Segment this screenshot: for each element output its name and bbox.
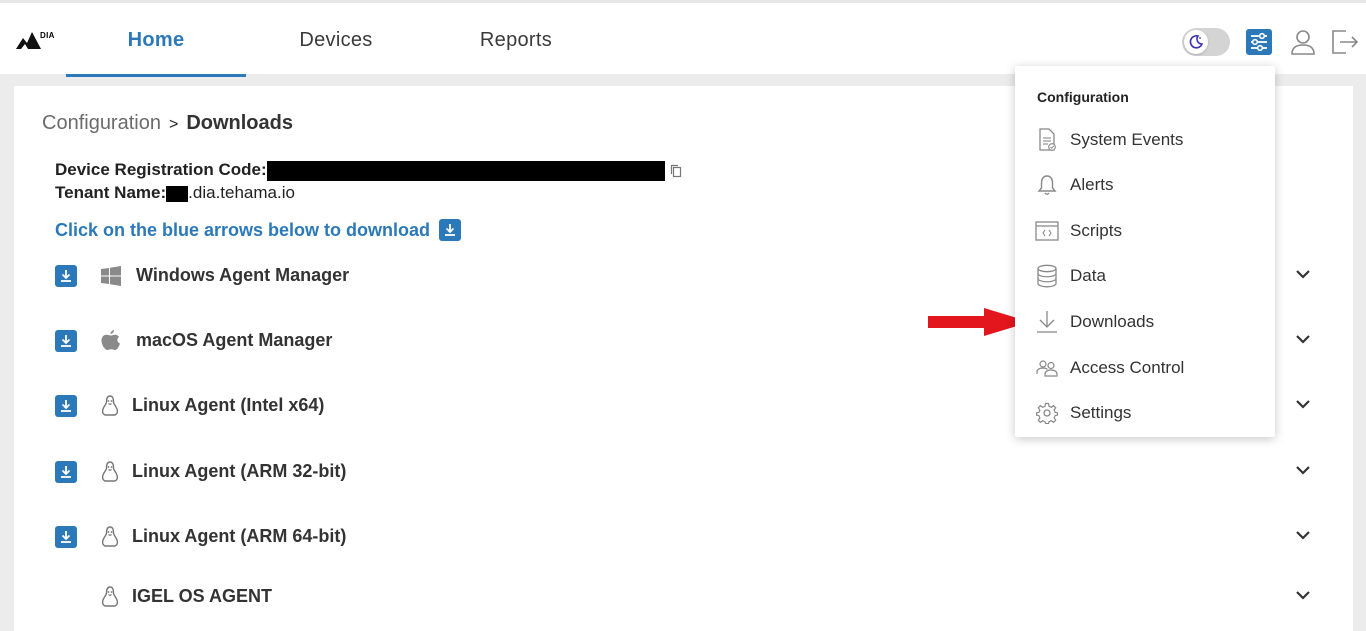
expand-linux-x64-button[interactable] bbox=[1295, 397, 1311, 415]
expand-windows-button[interactable] bbox=[1295, 267, 1311, 285]
user-profile-button[interactable] bbox=[1288, 27, 1318, 57]
download-hint: Click on the blue arrows below to downlo… bbox=[55, 219, 462, 241]
dia-logo[interactable]: DIA bbox=[16, 29, 56, 53]
chevron-down-icon bbox=[1296, 466, 1310, 475]
tenant-name-label: Tenant Name: bbox=[55, 183, 167, 202]
agent-name: macOS Agent Manager bbox=[136, 330, 333, 350]
linux-icon bbox=[98, 525, 122, 549]
redacted-tenant-prefix bbox=[166, 185, 189, 202]
menu-item-label: System Events bbox=[1070, 130, 1184, 149]
agent-name: Windows Agent Manager bbox=[136, 265, 350, 285]
download-hint-text: Click on the blue arrows below to downlo… bbox=[55, 219, 431, 240]
breadcrumb-configuration[interactable]: Configuration bbox=[42, 112, 161, 134]
users-icon bbox=[1035, 356, 1059, 380]
tab-reports[interactable]: Reports bbox=[426, 3, 606, 77]
download-icon bbox=[1035, 310, 1059, 334]
download-windows-button[interactable] bbox=[55, 265, 77, 287]
redacted-registration-code bbox=[266, 160, 665, 181]
download-linux-arm32-button[interactable] bbox=[55, 461, 77, 483]
menu-item-downloads[interactable]: Downloads bbox=[1015, 302, 1275, 342]
chevron-down-icon bbox=[1296, 591, 1310, 600]
logout-button[interactable] bbox=[1330, 27, 1360, 57]
settings-sliders-icon bbox=[1246, 29, 1272, 55]
agent-name: Linux Agent (ARM 32-bit) bbox=[132, 461, 347, 481]
download-macos-button[interactable] bbox=[55, 330, 77, 352]
settings-sliders-button[interactable] bbox=[1244, 27, 1274, 57]
download-arrow-icon bbox=[61, 531, 71, 543]
chevron-down-icon bbox=[1296, 400, 1310, 409]
agent-name: Linux Agent (ARM 64-bit) bbox=[132, 526, 347, 546]
breadcrumb: Configuration > Downloads bbox=[42, 112, 293, 135]
breadcrumb-current: Downloads bbox=[186, 112, 293, 134]
windows-icon bbox=[99, 264, 123, 288]
menu-item-alerts[interactable]: Alerts bbox=[1015, 165, 1275, 205]
theme-toggle[interactable] bbox=[1182, 28, 1230, 56]
configuration-menu: Configuration System Events Alerts Scrip… bbox=[1015, 66, 1275, 437]
linux-icon bbox=[98, 585, 122, 609]
agent-row-igel: IGEL OS AGENT bbox=[55, 577, 1325, 617]
menu-heading: Configuration bbox=[1037, 89, 1129, 105]
download-arrow-icon bbox=[61, 270, 71, 282]
menu-item-access-control[interactable]: Access Control bbox=[1015, 348, 1275, 388]
download-arrow-icon bbox=[61, 400, 71, 412]
linux-icon bbox=[98, 394, 122, 418]
script-window-icon bbox=[1035, 219, 1059, 243]
tab-devices[interactable]: Devices bbox=[246, 3, 426, 77]
bell-icon bbox=[1035, 173, 1059, 197]
download-linux-x64-button[interactable] bbox=[55, 395, 77, 417]
agent-name: IGEL OS AGENT bbox=[132, 586, 273, 606]
registration-code-label: Device Registration Code: bbox=[55, 160, 267, 179]
logo-text: DIA bbox=[40, 31, 55, 40]
tenant-domain: .dia.tehama.io bbox=[188, 183, 295, 202]
gear-icon bbox=[1035, 401, 1059, 425]
breadcrumb-separator: > bbox=[168, 116, 179, 133]
expand-linux-arm64-button[interactable] bbox=[1295, 528, 1311, 546]
download-arrow-icon bbox=[61, 466, 71, 478]
menu-item-label: Scripts bbox=[1070, 221, 1122, 240]
document-icon bbox=[1035, 128, 1059, 152]
menu-item-label: Downloads bbox=[1070, 312, 1155, 331]
agent-row-linux-arm64: Linux Agent (ARM 64-bit) bbox=[55, 517, 1325, 557]
user-icon bbox=[1291, 30, 1315, 55]
linux-icon bbox=[98, 460, 122, 484]
menu-item-scripts[interactable]: Scripts bbox=[1015, 211, 1275, 251]
copy-code-button[interactable] bbox=[670, 164, 682, 183]
expand-macos-button[interactable] bbox=[1295, 332, 1311, 350]
menu-item-label: Alerts bbox=[1070, 175, 1114, 194]
download-arrow-icon bbox=[61, 335, 71, 347]
agent-row-linux-arm32: Linux Agent (ARM 32-bit) bbox=[55, 452, 1325, 492]
menu-item-label: Data bbox=[1070, 266, 1106, 285]
top-navigation-bar: DIA Home Devices Reports bbox=[0, 0, 1366, 77]
menu-item-data[interactable]: Data bbox=[1015, 256, 1275, 296]
copy-icon bbox=[670, 164, 682, 178]
download-arrow-icon bbox=[445, 224, 456, 236]
logout-icon bbox=[1332, 30, 1359, 54]
menu-item-settings[interactable]: Settings bbox=[1015, 393, 1275, 433]
download-hint-icon bbox=[439, 219, 462, 241]
agent-name: Linux Agent (Intel x64) bbox=[132, 395, 325, 415]
tenant-name-line: Tenant Name: .dia.tehama.io bbox=[55, 183, 295, 203]
registration-code-line: Device Registration Code: bbox=[55, 160, 665, 181]
expand-linux-arm32-button[interactable] bbox=[1295, 463, 1311, 481]
menu-item-system-events[interactable]: System Events bbox=[1015, 120, 1275, 160]
chevron-down-icon bbox=[1296, 531, 1310, 540]
expand-igel-button[interactable] bbox=[1295, 588, 1311, 606]
menu-item-label: Settings bbox=[1070, 403, 1132, 422]
download-linux-arm64-button[interactable] bbox=[55, 526, 77, 548]
chevron-down-icon bbox=[1296, 335, 1310, 344]
moon-icon bbox=[1189, 35, 1204, 49]
chevron-down-icon bbox=[1296, 270, 1310, 279]
theme-toggle-knob bbox=[1184, 30, 1208, 54]
tab-home[interactable]: Home bbox=[66, 3, 246, 77]
menu-item-label: Access Control bbox=[1070, 358, 1185, 377]
mountain-logo-icon bbox=[16, 32, 41, 49]
apple-icon bbox=[99, 329, 123, 353]
database-icon bbox=[1035, 264, 1059, 288]
